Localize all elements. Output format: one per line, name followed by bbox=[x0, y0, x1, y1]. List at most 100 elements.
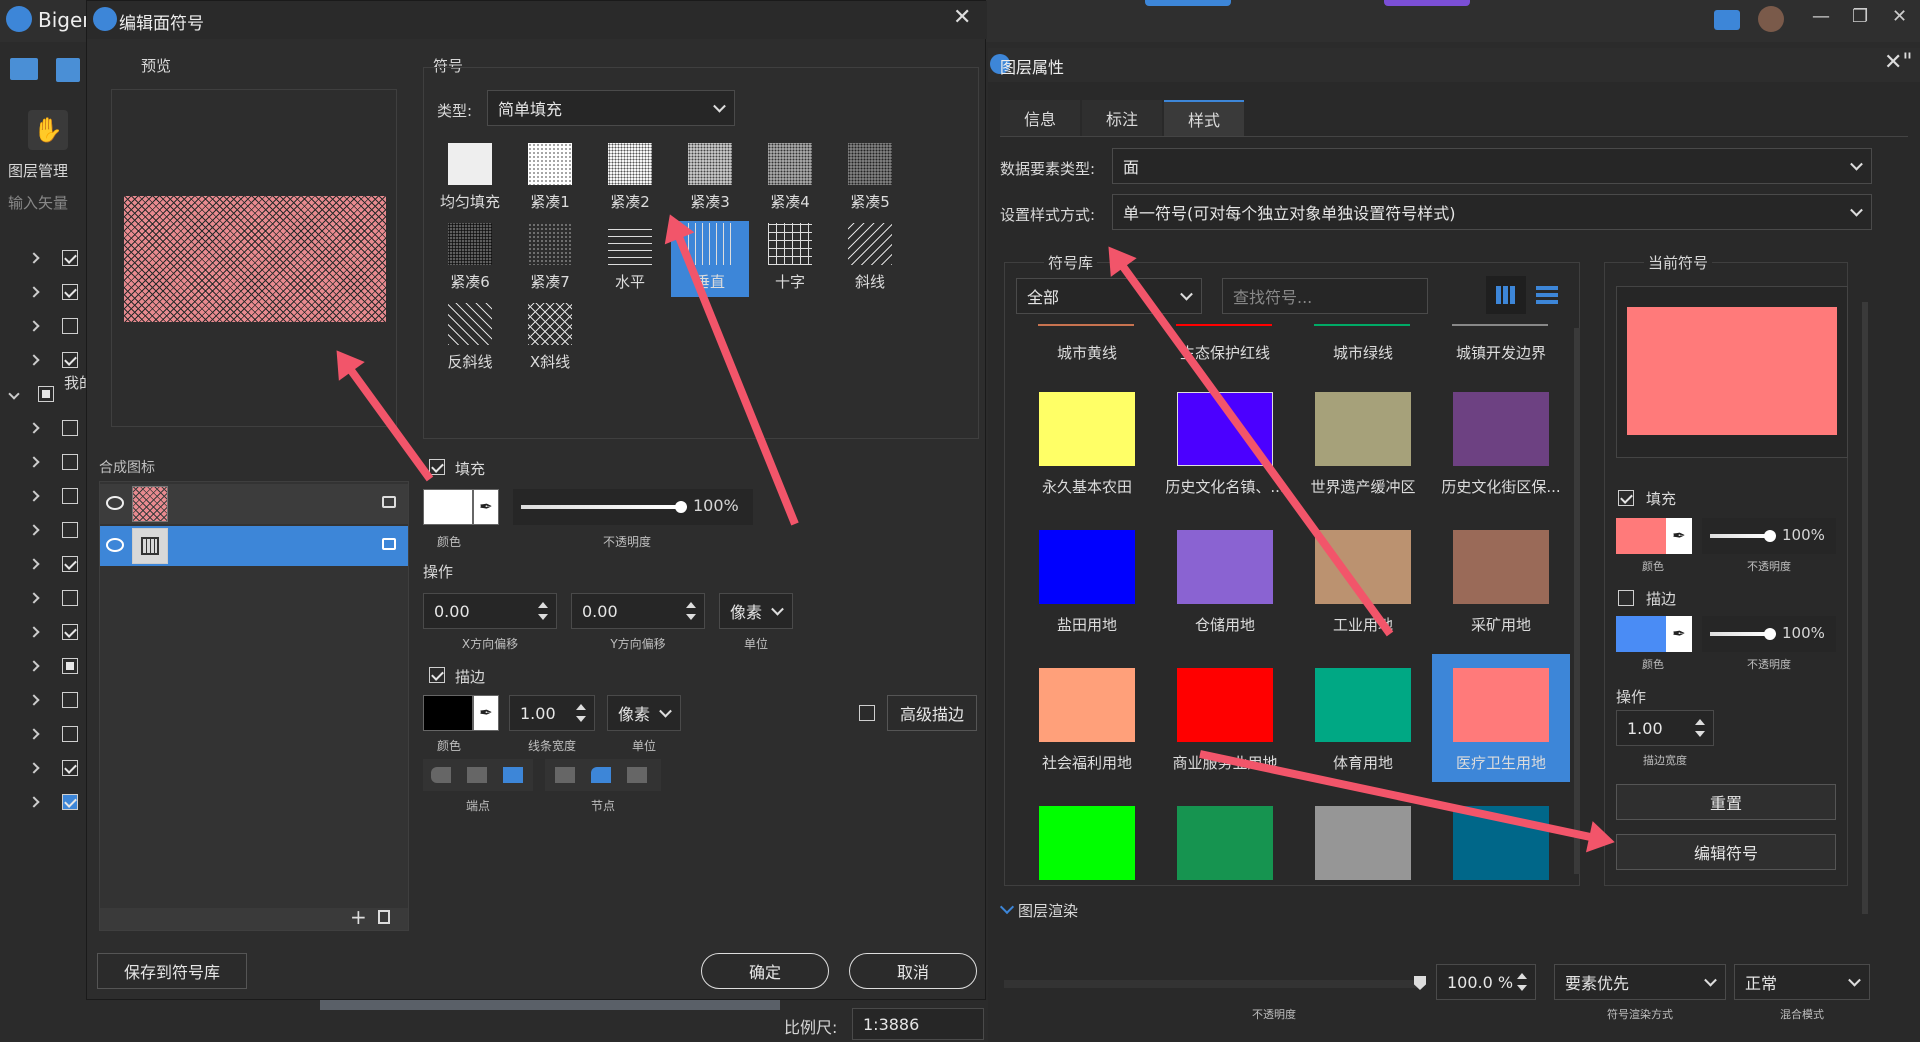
render-opacity-slider[interactable] bbox=[1004, 976, 1426, 990]
layer-tree-row[interactable] bbox=[0, 722, 86, 750]
expand-chevron-icon[interactable] bbox=[28, 456, 40, 468]
fill-color-swatch[interactable] bbox=[423, 489, 473, 525]
app-close-button[interactable]: ✕ bbox=[1892, 6, 1907, 27]
unlock-icon[interactable] bbox=[382, 538, 396, 550]
symbol-item[interactable]: 世界遗产缓冲区 bbox=[1294, 378, 1432, 506]
pattern-option[interactable]: 紧凑5 bbox=[831, 141, 909, 217]
tab-info[interactable]: 信息 bbox=[1000, 100, 1080, 136]
layer-visibility-checkbox[interactable] bbox=[62, 352, 78, 368]
layer-visibility-checkbox[interactable] bbox=[62, 658, 78, 674]
symbol-item[interactable]: 体育用地 bbox=[1294, 654, 1432, 782]
expand-chevron-icon[interactable] bbox=[28, 762, 40, 774]
slider-knob[interactable] bbox=[1764, 628, 1776, 640]
layer-visibility-checkbox[interactable] bbox=[62, 488, 78, 504]
expand-chevron-icon[interactable] bbox=[28, 558, 40, 570]
layer-tree-row[interactable] bbox=[0, 654, 86, 682]
expand-chevron-icon[interactable] bbox=[28, 354, 40, 366]
feature-type-select[interactable]: 面 bbox=[1112, 148, 1872, 184]
flat-cap-icon[interactable] bbox=[503, 767, 523, 783]
layer-visibility-checkbox[interactable] bbox=[62, 794, 78, 810]
pattern-option[interactable]: 均匀填充 bbox=[431, 141, 509, 217]
tab-label[interactable]: 标注 bbox=[1082, 100, 1162, 136]
minimize-button[interactable]: — bbox=[1812, 6, 1830, 27]
pattern-option[interactable]: 紧凑4 bbox=[751, 141, 829, 217]
expand-chevron-icon[interactable] bbox=[8, 388, 20, 400]
symbol-item[interactable] bbox=[1156, 792, 1294, 880]
symbol-item[interactable]: 永久基本农田 bbox=[1018, 378, 1156, 506]
grid-view-button[interactable] bbox=[1486, 276, 1526, 314]
current-stroke-width-input[interactable]: 1.00 bbox=[1616, 710, 1714, 746]
offset-unit-select[interactable]: 像素 bbox=[719, 593, 793, 629]
symbol-item[interactable] bbox=[1294, 792, 1432, 880]
expand-chevron-icon[interactable] bbox=[28, 660, 40, 672]
current-fill-color[interactable] bbox=[1616, 518, 1666, 554]
current-fill-opacity-slider[interactable]: 100% bbox=[1702, 518, 1836, 554]
save-icon[interactable] bbox=[56, 58, 80, 82]
dialog-close-button[interactable]: ✕ bbox=[953, 5, 971, 30]
composite-layer-row[interactable] bbox=[100, 484, 408, 524]
maximize-button[interactable]: ❐ bbox=[1852, 6, 1868, 27]
pattern-option[interactable]: 紧凑2 bbox=[591, 141, 669, 217]
layer-visibility-checkbox[interactable] bbox=[62, 692, 78, 708]
expand-chevron-icon[interactable] bbox=[28, 252, 40, 264]
layer-search-input[interactable]: 输入矢量 bbox=[8, 192, 68, 213]
library-scrollbar[interactable] bbox=[1574, 328, 1580, 874]
layer-visibility-checkbox[interactable] bbox=[38, 386, 54, 402]
chat-icon[interactable] bbox=[1714, 10, 1740, 30]
current-fill-eyedropper-icon[interactable]: ✒ bbox=[1666, 518, 1692, 554]
tab-style[interactable]: 样式 bbox=[1164, 100, 1244, 136]
current-stroke-checkbox[interactable] bbox=[1618, 590, 1634, 606]
layer-tree-row[interactable] bbox=[0, 416, 86, 444]
layer-visibility-checkbox[interactable] bbox=[62, 522, 78, 538]
expand-chevron-icon[interactable] bbox=[28, 626, 40, 638]
advanced-stroke-checkbox[interactable] bbox=[859, 705, 875, 721]
layer-visibility-checkbox[interactable] bbox=[62, 420, 78, 436]
expand-chevron-icon[interactable] bbox=[28, 728, 40, 740]
expand-chevron-icon[interactable] bbox=[28, 286, 40, 298]
reset-button[interactable]: 重置 bbox=[1616, 784, 1836, 820]
symbol-item[interactable]: 社会福利用地 bbox=[1018, 654, 1156, 782]
expand-chevron-icon[interactable] bbox=[28, 320, 40, 332]
expand-chevron-icon[interactable] bbox=[28, 592, 40, 604]
pattern-option[interactable]: 反斜线 bbox=[431, 301, 509, 377]
list-view-icon[interactable] bbox=[1536, 286, 1558, 304]
open-folder-icon[interactable] bbox=[10, 58, 38, 80]
symbol-item[interactable]: 历史文化街区保... bbox=[1432, 378, 1570, 506]
slider-knob[interactable] bbox=[1414, 976, 1426, 990]
layer-visibility-checkbox[interactable] bbox=[62, 590, 78, 606]
props-close-button[interactable]: ✕" bbox=[1884, 50, 1913, 75]
layer-visibility-checkbox[interactable] bbox=[62, 726, 78, 742]
props-scrollbar[interactable] bbox=[1862, 302, 1868, 914]
layer-tree-row[interactable] bbox=[0, 246, 86, 274]
layer-visibility-checkbox[interactable] bbox=[62, 454, 78, 470]
fill-eyedropper-icon[interactable]: ✒ bbox=[473, 489, 499, 525]
y-offset-input[interactable]: 0.00 bbox=[571, 593, 705, 629]
delete-layer-button[interactable] bbox=[378, 910, 390, 924]
render-opacity-input[interactable]: 100.0 % bbox=[1436, 964, 1536, 1000]
round-cap-icon[interactable] bbox=[431, 767, 451, 783]
layer-tree-row[interactable] bbox=[0, 450, 86, 478]
current-stroke-opacity-slider[interactable]: 100% bbox=[1702, 616, 1836, 652]
pattern-option[interactable]: X斜线 bbox=[511, 301, 589, 377]
save-to-library-button[interactable]: 保存到符号库 bbox=[97, 953, 247, 989]
expand-chevron-icon[interactable] bbox=[28, 422, 40, 434]
library-filter-select[interactable]: 全部 bbox=[1016, 278, 1202, 314]
pan-hand-icon[interactable]: ✋ bbox=[28, 110, 68, 150]
layer-tree-row[interactable] bbox=[0, 314, 86, 342]
layer-visibility-checkbox[interactable] bbox=[62, 556, 78, 572]
square-cap-icon[interactable] bbox=[467, 767, 487, 783]
render-mode-select[interactable]: 要素优先 bbox=[1554, 964, 1726, 1000]
x-offset-input[interactable]: 0.00 bbox=[423, 593, 557, 629]
layer-tree-row[interactable] bbox=[0, 586, 86, 614]
expand-chevron-icon[interactable] bbox=[28, 796, 40, 808]
ok-button[interactable]: 确定 bbox=[701, 953, 829, 989]
current-stroke-color[interactable] bbox=[1616, 616, 1666, 652]
pattern-option[interactable]: 斜线 bbox=[831, 221, 909, 297]
scale-input[interactable]: 1:3886 bbox=[852, 1008, 984, 1040]
layer-tree-row[interactable] bbox=[0, 484, 86, 512]
layer-visibility-checkbox[interactable] bbox=[62, 284, 78, 300]
blend-mode-select[interactable]: 正常 bbox=[1734, 964, 1870, 1000]
map-canvas[interactable] bbox=[320, 1000, 780, 1010]
pattern-option[interactable]: 水平 bbox=[591, 221, 669, 297]
style-mode-select[interactable]: 单一符号(可对每个独立对象单独设置符号样式) bbox=[1112, 194, 1872, 230]
